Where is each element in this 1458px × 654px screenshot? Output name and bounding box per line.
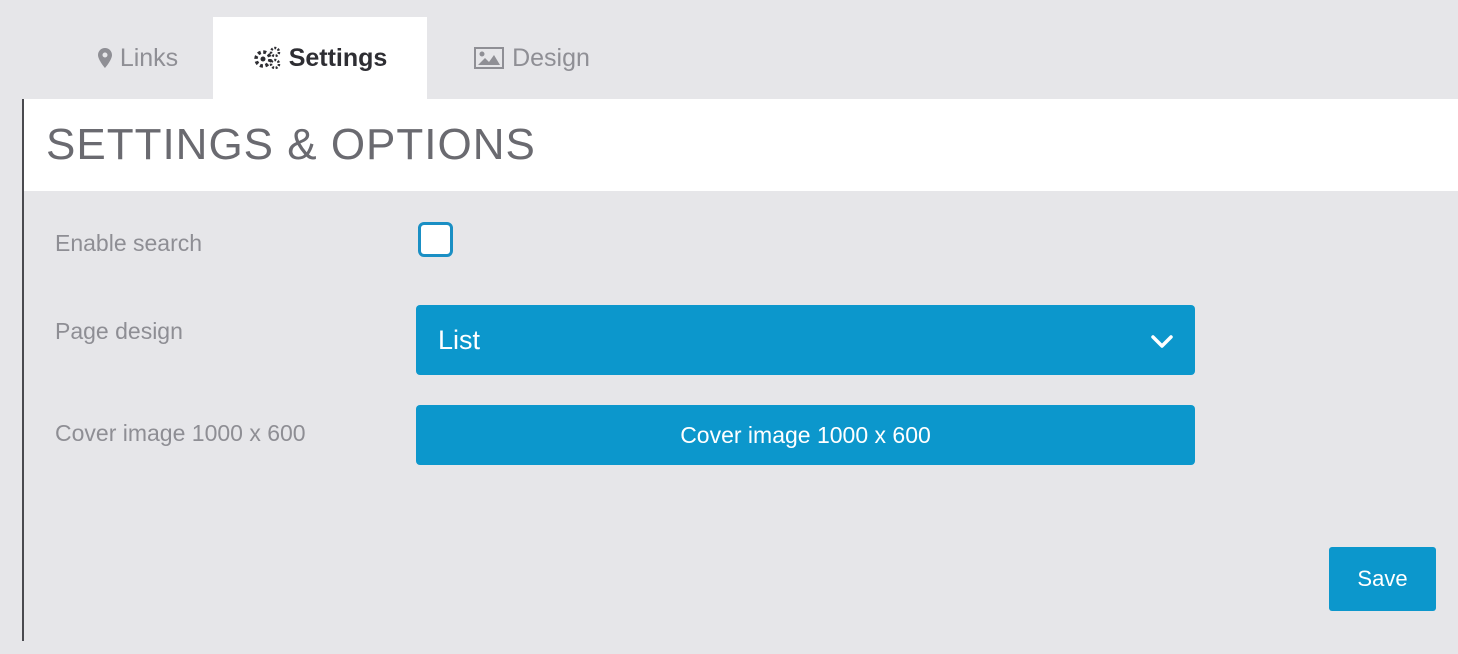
tab-links-label: Links	[119, 43, 179, 72]
page-design-select[interactable]: List	[416, 305, 1195, 375]
save-button[interactable]: Save	[1329, 547, 1436, 611]
cover-image-button-label: Cover image 1000 x 600	[680, 421, 931, 448]
page-design-label: Page design	[55, 318, 183, 344]
map-marker-icon	[97, 48, 112, 68]
page-design-value: List	[438, 324, 481, 355]
tab-links[interactable]: Links	[63, 17, 213, 99]
cover-image-button[interactable]: Cover image 1000 x 600	[416, 405, 1195, 465]
tab-bar: Links Settings Design	[63, 17, 637, 99]
tab-settings[interactable]: Settings	[213, 17, 427, 99]
tab-design[interactable]: Design	[427, 17, 637, 99]
enable-search-checkbox[interactable]	[418, 222, 453, 257]
image-icon	[474, 47, 505, 69]
chevron-down-icon	[1151, 325, 1173, 356]
enable-search-label: Enable search	[55, 230, 203, 256]
cover-image-label: Cover image 1000 x 600	[55, 420, 306, 446]
tab-design-label: Design	[512, 43, 590, 72]
save-button-label: Save	[1357, 566, 1408, 591]
page-title: SETTINGS & OPTIONS	[46, 120, 536, 169]
cogs-icon	[253, 46, 281, 70]
tab-settings-label: Settings	[288, 43, 388, 72]
section-header: SETTINGS & OPTIONS	[24, 99, 1458, 191]
